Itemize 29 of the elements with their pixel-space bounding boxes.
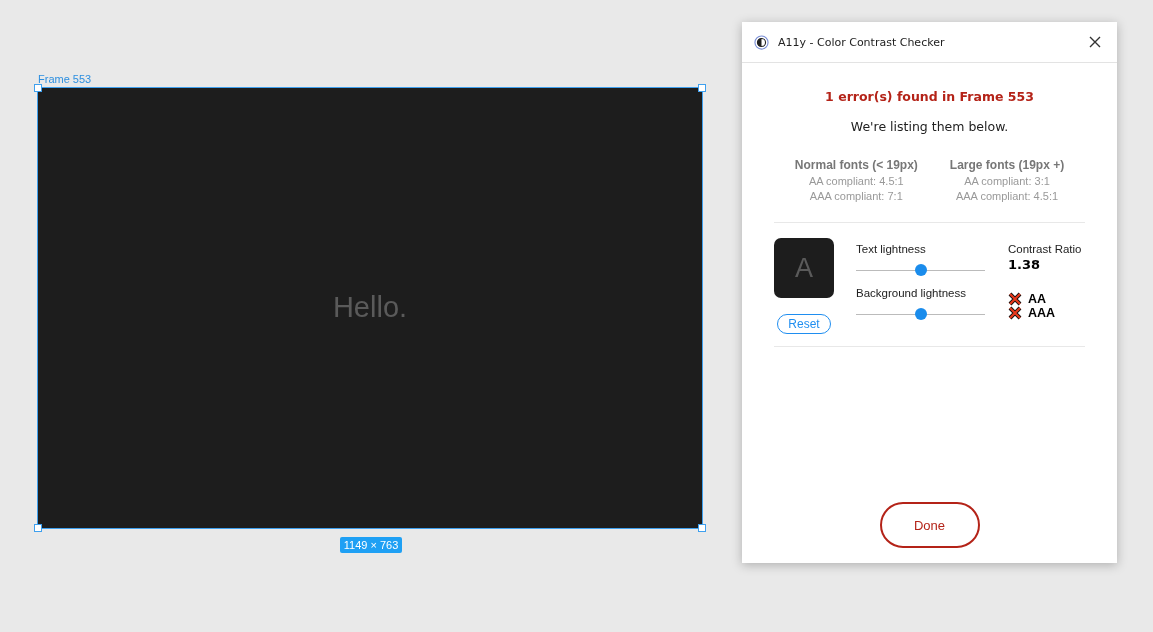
result-label: AAA — [1028, 306, 1056, 320]
slider-thumb[interactable] — [914, 264, 927, 276]
done-button[interactable]: Done — [879, 502, 980, 548]
resize-handle[interactable] — [698, 84, 706, 92]
contrast-icon — [754, 34, 769, 50]
resize-handle[interactable] — [34, 84, 42, 92]
reset-button[interactable]: Reset — [777, 314, 831, 334]
guideline-text: AA compliant: 4.5:1 — [808, 175, 904, 187]
close-button[interactable] — [1087, 34, 1103, 50]
error-heading: 1 error(s) found in Frame 553 — [825, 89, 1034, 104]
text-preview: A — [774, 238, 834, 298]
slider-label: Text lightness — [856, 243, 927, 255]
result-label: AA — [1028, 292, 1047, 306]
guideline-text: AAA compliant: 4.5:1 — [955, 190, 1059, 202]
subheading: We're listing them below. — [850, 119, 1009, 134]
size-badge: 1149 × 763 — [339, 537, 403, 553]
frame-label[interactable]: Frame 553 — [38, 73, 704, 88]
resize-handle[interactable] — [34, 524, 42, 532]
frame-text: Hello. — [332, 291, 408, 324]
guideline-text: AAA compliant: 7:1 — [809, 190, 903, 202]
slider-label: Background lightness — [856, 287, 967, 299]
ratio-label: Contrast Ratio — [1008, 243, 1082, 255]
guideline-heading: Large fonts (19px +) — [949, 158, 1065, 172]
slider-thumb[interactable] — [914, 308, 927, 320]
panel-title: A11y - Color Contrast Checker — [778, 35, 946, 49]
resize-handle[interactable] — [698, 524, 706, 532]
guideline-text: AA compliant: 3:1 — [964, 175, 1050, 187]
ratio-value: 1.38 — [1008, 257, 1042, 272]
guideline-heading: Normal fonts (< 19px) — [794, 158, 918, 172]
